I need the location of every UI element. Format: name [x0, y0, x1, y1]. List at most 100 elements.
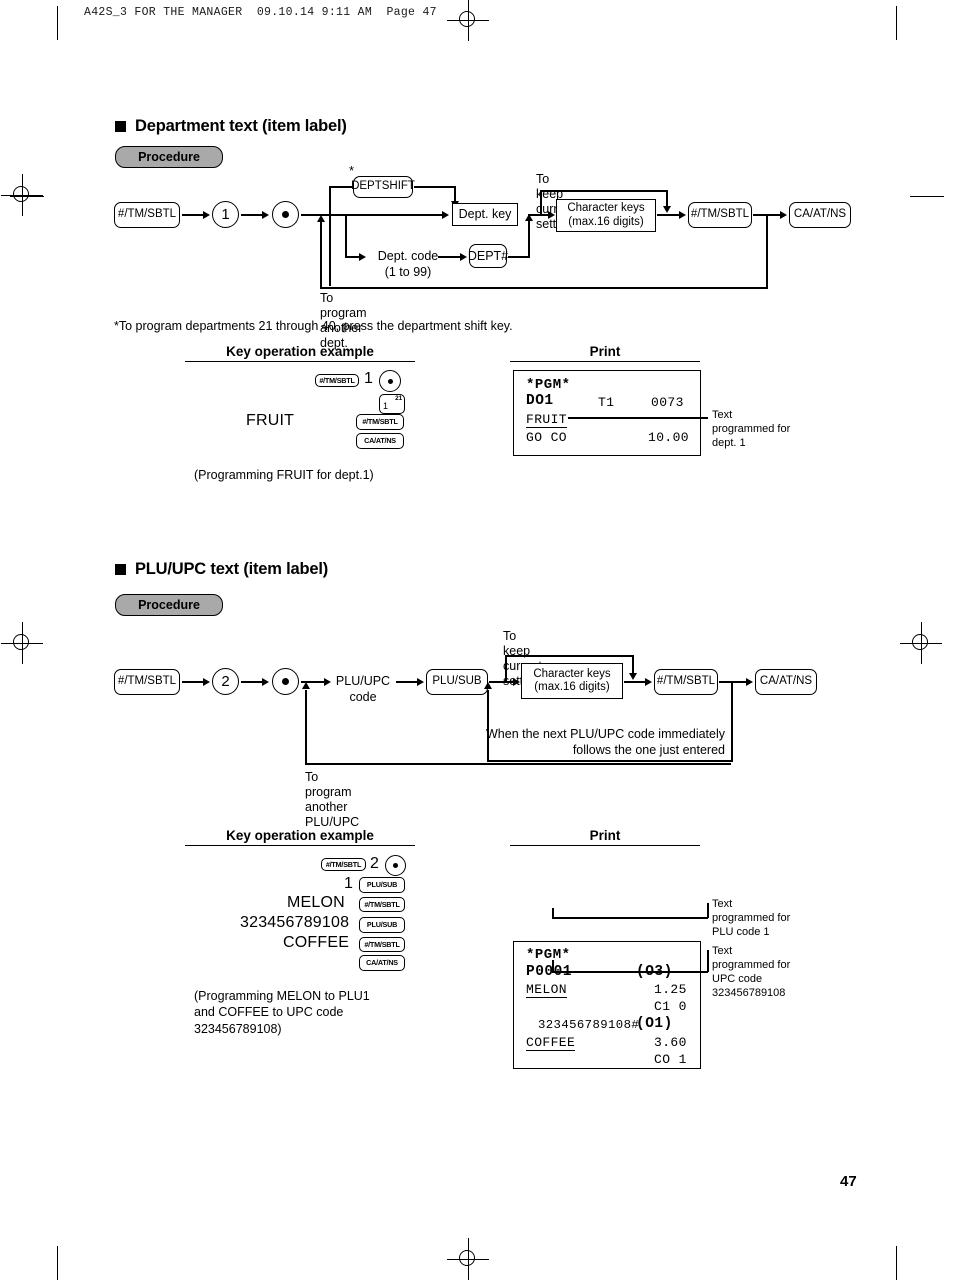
bullet-square-icon [115, 121, 126, 132]
ex2-r1-sbtl-key[interactable]: #/TM/SBTL [321, 858, 366, 871]
flow2-mode-number[interactable]: 2 [212, 668, 239, 695]
dot-icon [282, 211, 289, 218]
flow1-trunk [301, 214, 329, 216]
flow2-inner-h [487, 760, 733, 762]
flow1-splitter-v [329, 186, 331, 286]
flow1-deptcode-v [345, 214, 347, 257]
flow2-start-key[interactable]: #/TM/SBTL [114, 669, 180, 695]
receipt1-groups: GO CO [526, 430, 568, 445]
callout1-l3: dept. 1 [712, 437, 746, 450]
page-header-line: A42S_3 FOR THE MANAGER 09.10.14 9:11 AM … [84, 6, 437, 19]
receipt2-upc-price: 3.60 [654, 1035, 687, 1050]
section-2-example-rule [185, 845, 415, 847]
flow2-character-keys[interactable]: Character keys (max.16 digits) [521, 663, 623, 699]
flow1-loop-v-left [320, 222, 322, 288]
receipt2-plu-text: MELON [526, 982, 568, 998]
section-2-procedure-badge: Procedure [115, 594, 223, 616]
flow1-start-key[interactable]: #/TM/SBTL [114, 202, 180, 228]
flow1-line-a [182, 214, 204, 216]
receipt1-callout-leader [568, 417, 708, 419]
flow1-dept-hash-key[interactable]: DEPT# [468, 244, 508, 268]
crop-mark-top-left-v [57, 6, 58, 40]
ex2-r1-dot-key[interactable] [385, 855, 406, 876]
ex2-r2-plusub-key[interactable]: PLU/SUB [359, 877, 405, 893]
ex1-row1-number: 1 [364, 370, 373, 387]
receipt2-line-pgm: *PGM* [526, 947, 571, 963]
flow1-charkeys-out [657, 214, 680, 216]
flow1-arrow-deptkey [442, 210, 449, 219]
flow2-line-b [241, 681, 263, 683]
dot-icon [387, 378, 393, 384]
registration-mark-bottom [447, 1238, 489, 1280]
flow1-subtotal-key[interactable]: #/TM/SBTL [688, 202, 752, 228]
receipt2-plu-price: 1.25 [654, 982, 687, 997]
section-2-example-caption: (Programming MELON to PLU1 and COFFEE to… [194, 988, 370, 1037]
flow1-deptcode-label: Dept. code (1 to 99) [364, 249, 452, 280]
receipt2-leader2-h [552, 971, 708, 973]
ex1-row4-caatns-key[interactable]: CA/AT/NS [356, 433, 404, 449]
ex1-row3-text: FRUIT [246, 412, 295, 429]
section-2-caption-l1: (Programming MELON to PLU1 [194, 989, 370, 1003]
flow2-arrow-inner-up [483, 682, 492, 689]
ex1-row1-dot-key[interactable] [379, 370, 401, 392]
flow1-arrow-b [262, 210, 269, 219]
callout2a-l3: PLU code 1 [712, 926, 770, 939]
flow2-subtotal-key[interactable]: #/TM/SBTL [654, 669, 718, 695]
ex1-row2-key-main: 1 [383, 401, 388, 411]
callout2a-l2: programmed for [712, 912, 791, 925]
flow2-end-key[interactable]: CA/AT/NS [755, 669, 817, 695]
flow1-deptshift-out [414, 186, 455, 188]
ex2-r6-caatns-key[interactable]: CA/AT/NS [359, 955, 405, 971]
flow2-inner-l1: When the next PLU/UPC code immediately [486, 727, 725, 741]
section-1-title: Department text (item label) [135, 117, 347, 135]
flow1-dept-key[interactable]: Dept. key [452, 203, 518, 226]
receipt2-upc-flag: (O1) [636, 1016, 673, 1032]
flow2-arrow-keep-down [628, 673, 637, 680]
section-1-example-rule [185, 361, 415, 363]
ex2-r5-sbtl-key[interactable]: #/TM/SBTL [359, 937, 405, 952]
flow1-deptshift-key[interactable]: DEPTSHIFT [351, 176, 415, 198]
flow2-inner-loop-label: When the next PLU/UPC code immediately f… [420, 727, 725, 758]
ex1-row3-sbtl-key[interactable]: #/TM/SBTL [356, 414, 404, 430]
section-1-heading: Department text (item label) [115, 117, 347, 136]
flow1-arrow-depthash [460, 252, 467, 261]
flow2-plusub-key[interactable]: PLU/SUB [426, 669, 488, 695]
flow2-loop-label: To program another PLU/UPC [305, 770, 360, 829]
flow2-arrow-loop-up [301, 682, 310, 689]
ex2-r4-plusub-key[interactable]: PLU/SUB [359, 917, 405, 933]
flow1-mode-number[interactable]: 1 [212, 201, 239, 228]
flow1-end-key[interactable]: CA/AT/NS [789, 202, 851, 228]
flow2-loop-h [305, 763, 731, 765]
flow2-dot-key[interactable] [272, 668, 299, 695]
crop-mark-bottom-right-v [896, 1246, 897, 1280]
receipt2-upc-code: 323456789108# [538, 1018, 640, 1032]
section-2-receipt: *PGM* P0001 (O3) MELON 1.25 C1 0 3234567… [513, 941, 701, 1069]
callout1-l1: Text [712, 409, 733, 421]
ex2-r1-number: 2 [370, 855, 379, 872]
flow2-arrow-a [203, 677, 210, 686]
callout2b-l3: UPC code [712, 973, 763, 986]
flow2-arrow-plusub [417, 677, 424, 686]
section-1-receipt: *PGM* DO1 T1 0073 FRUIT GO CO 10.00 [513, 370, 701, 456]
section-1-example-header: Key operation example [226, 344, 374, 359]
flow2-keep-v-right [632, 655, 634, 674]
flow1-arrow-keep-down [662, 206, 671, 213]
flow1-character-keys[interactable]: Character keys (max.16 digits) [556, 199, 656, 232]
ex1-row2-dept-key[interactable]: 1 21 [379, 394, 405, 414]
page-number: 47 [840, 1173, 857, 1190]
ex1-row1-sbtl-key[interactable]: #/TM/SBTL [315, 374, 359, 387]
section-1-example-caption: (Programming FRUIT for dept.1) [194, 468, 374, 482]
flow2-charkeys-line1: Character keys [533, 667, 611, 680]
flow1-arrow-sbtl2 [679, 210, 686, 219]
section-2-print-header: Print [589, 828, 621, 843]
dot-icon [282, 678, 289, 685]
ex2-r3-sbtl-key[interactable]: #/TM/SBTL [359, 897, 405, 912]
receipt1-flags: 0073 [651, 395, 684, 410]
dot-icon [393, 863, 398, 868]
flow2-inner-l2: follows the one just entered [572, 742, 725, 757]
section-1-procedure-badge: Procedure [115, 146, 223, 168]
section-2-print-rule [510, 845, 700, 847]
flow1-dot-key[interactable] [272, 201, 299, 228]
flow2-charkeys-out [624, 681, 646, 683]
crop-mark-bottom-left-v [57, 1246, 58, 1280]
